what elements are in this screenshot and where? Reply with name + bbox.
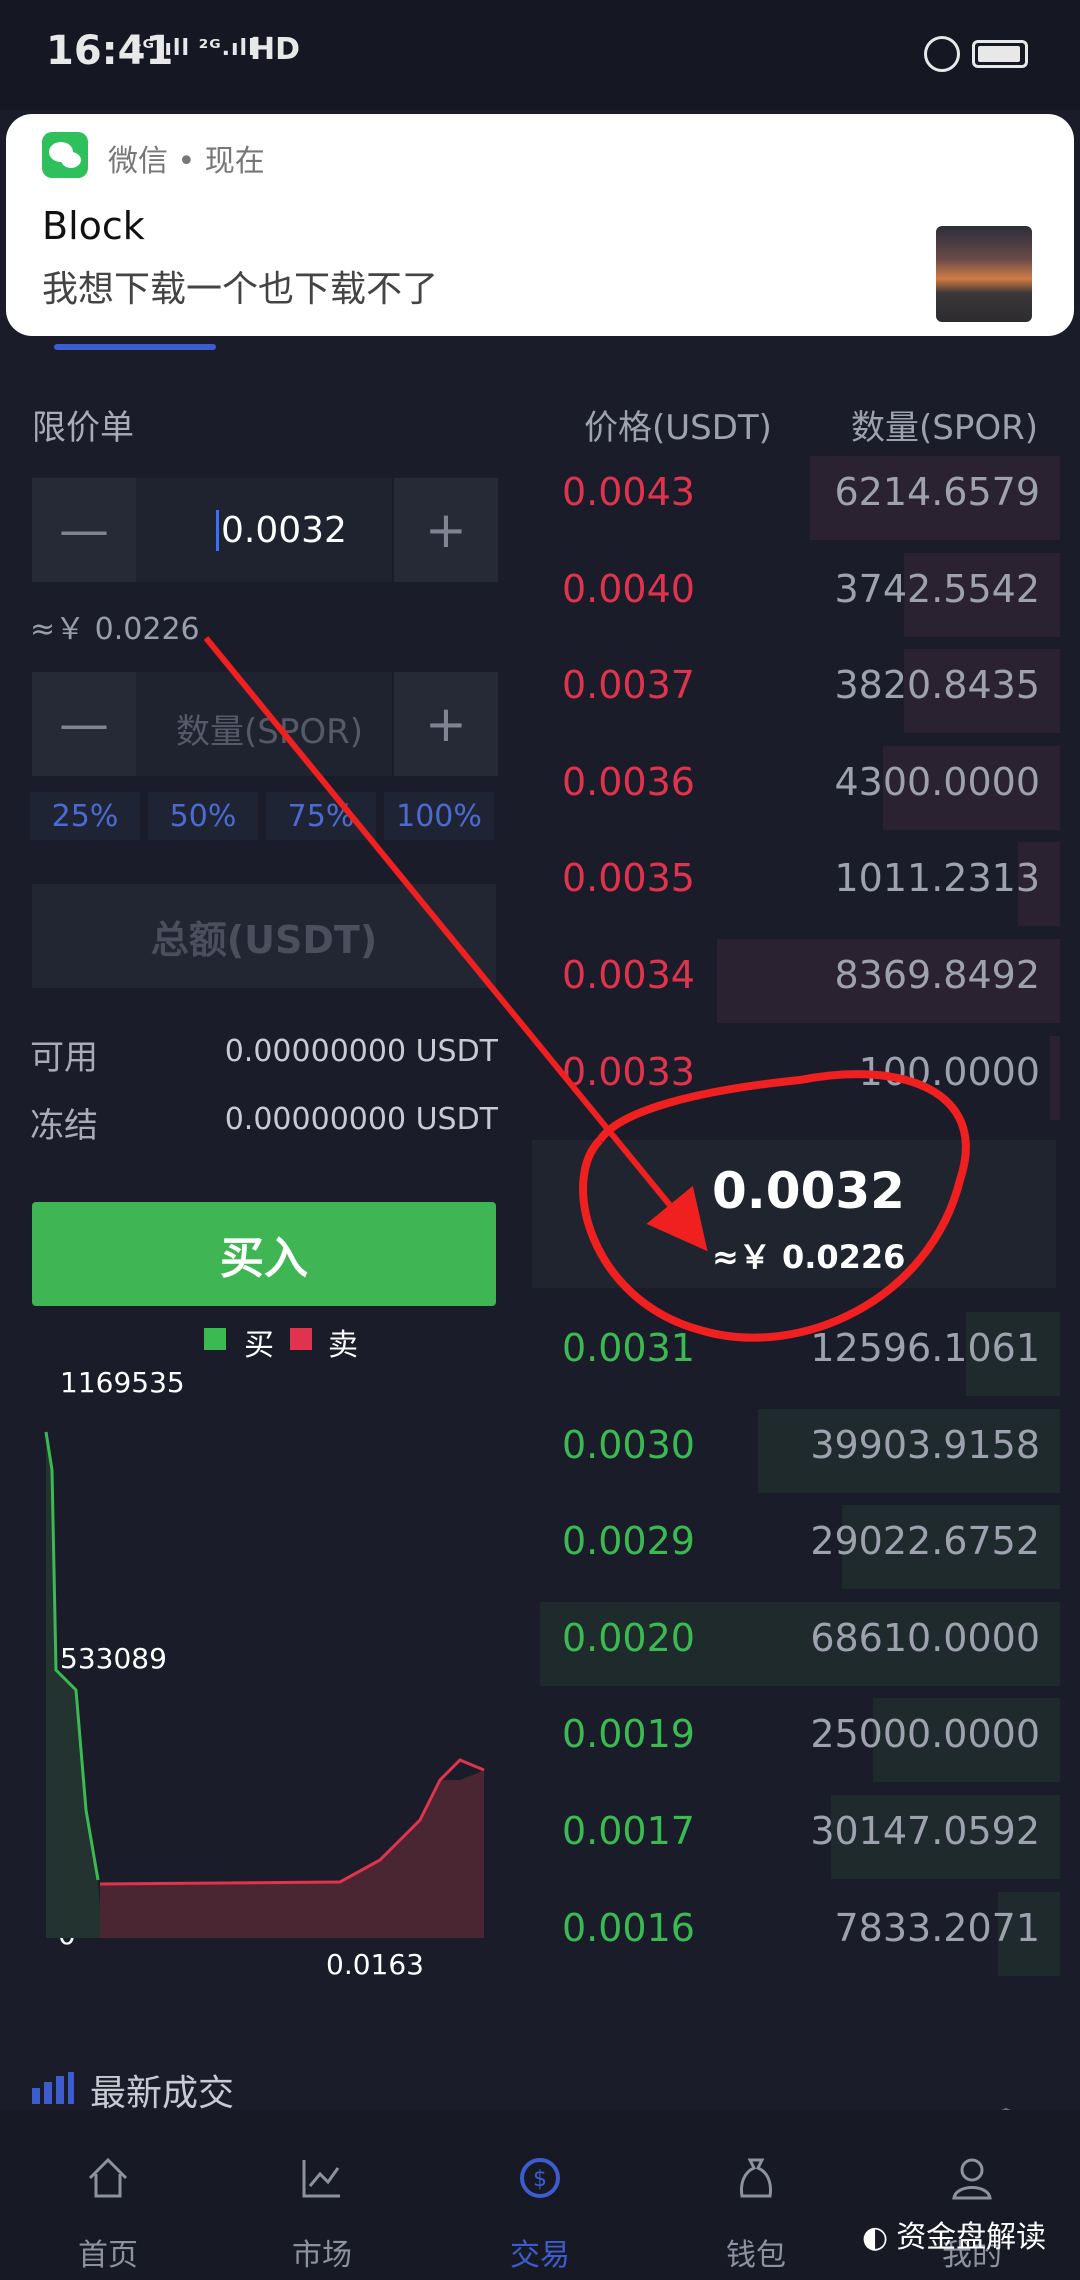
- notification-banner[interactable]: 微信 • 现在 Block 我想下载一个也下载不了: [6, 114, 1074, 336]
- wallet-icon: [740, 2158, 772, 2198]
- notification-thumbnail: [936, 226, 1032, 322]
- notification-body: 我想下载一个也下载不了: [42, 269, 439, 310]
- nav-wallet[interactable]: 钱包: [666, 2110, 846, 2280]
- nav-market[interactable]: 市场: [232, 2110, 412, 2280]
- annotation-overlay: [203, 636, 970, 1342]
- watermark: ◐ 资金盘解读: [862, 2212, 1046, 2256]
- nav-label-market: 市场: [292, 2238, 352, 2273]
- notification-title: Block: [42, 204, 145, 248]
- annotation-circle: [579, 1070, 970, 1342]
- watermark-text: 资金盘解读: [896, 2220, 1047, 2255]
- wechat-icon: [42, 132, 88, 178]
- wechat-watermark-icon: ◐: [862, 2220, 889, 2255]
- nav-home[interactable]: 首页: [18, 2110, 198, 2280]
- nav-label-wallet: 钱包: [726, 2238, 786, 2273]
- latest-trades-label[interactable]: 最新成交: [90, 2064, 234, 2116]
- annotation-arrow: [203, 636, 708, 1252]
- latest-trades-icon: [30, 2070, 74, 2106]
- svg-text:$: $: [533, 2167, 547, 2192]
- trade-icon: $: [520, 2158, 560, 2198]
- notification-app-name: 微信 • 现在: [108, 144, 265, 179]
- nav-label-home: 首页: [78, 2238, 138, 2273]
- home-icon: [88, 2157, 128, 2198]
- chart-icon: [302, 2160, 340, 2198]
- nav-trade[interactable]: $ 交易: [450, 2110, 630, 2280]
- nav-label-trade: 交易: [510, 2238, 570, 2273]
- profile-icon: [952, 2158, 992, 2200]
